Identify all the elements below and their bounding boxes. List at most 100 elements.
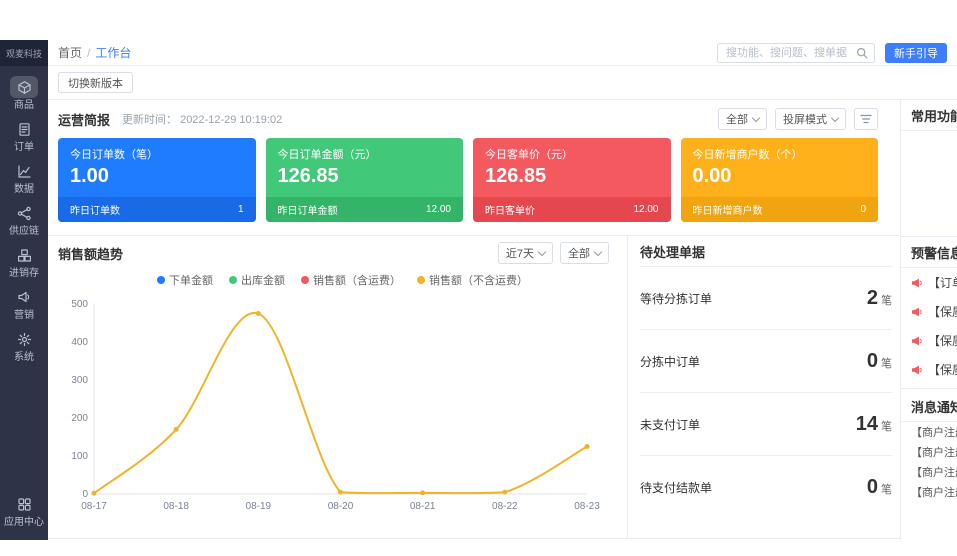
sidebar-item-products[interactable]: 商品 (0, 76, 48, 111)
breadcrumb-current: 工作台 (95, 44, 131, 61)
svg-text:300: 300 (71, 375, 88, 386)
legend-dot (157, 276, 165, 284)
sales-trend-panel: 销售额趋势 近7天 全部 (48, 236, 628, 538)
notifications-title: 消息通知 (901, 391, 957, 422)
trend-header: 销售额趋势 近7天 全部 (58, 236, 627, 270)
svg-text:08-23: 08-23 (574, 501, 600, 512)
newbie-guide-button[interactable]: 新手引导 (885, 43, 947, 63)
filter-lines-icon (860, 114, 872, 124)
briefing-controls: 全部 投屏模式 (718, 108, 878, 130)
stat-cards-row: 今日订单数（笔） 1.00 昨日订单数 1 今日订单金额（元） 126.85 昨… (48, 138, 900, 222)
stat-card-footer: 昨日订单数 1 (58, 197, 256, 222)
sidebar-item-marketing[interactable]: 营销 (0, 286, 48, 321)
pending-value: 0笔 (867, 476, 892, 499)
breadcrumb: 首页 / 工作台 (58, 44, 131, 61)
sidebar-item-inventory[interactable]: 进销存 (0, 244, 48, 279)
notification-item[interactable]: 【商户注册】 (901, 422, 957, 442)
supply-chain-share-icon (10, 202, 38, 224)
search-icon[interactable] (856, 47, 868, 59)
dashboard-page: 观麦科技 首页 / 工作台 新手引导 (0, 0, 957, 556)
trend-controls: 近7天 全部 (498, 242, 609, 264)
pending-value: 2笔 (867, 287, 892, 310)
stat-card-title: 今日订单金额（元） (266, 138, 464, 162)
stat-card-orders-today: 今日订单数（笔） 1.00 昨日订单数 1 (58, 138, 256, 222)
app-frame: 观麦科技 首页 / 工作台 新手引导 (0, 40, 957, 540)
stat-card-value: 0.00 (681, 162, 879, 194)
main-content: 运营简报 更新时间： 2022-12-29 10:19:02 全部 投屏模式 (48, 100, 900, 540)
chart-legend: 下单金额 出库金额 销售额（含运费） 销售额（不含运费） (58, 270, 627, 290)
warnings-title: 预警信息 (901, 237, 957, 268)
version-toolbar: 切换新版本 (48, 66, 957, 100)
pending-value: 0笔 (867, 350, 892, 373)
filter-lines-button[interactable] (854, 108, 878, 130)
svg-text:08-20: 08-20 (328, 501, 354, 512)
app-logo[interactable]: 观麦科技 (0, 40, 48, 66)
pending-panel-title: 待处理单据 (640, 236, 892, 267)
sidebar-item-label: 系统 (14, 352, 34, 363)
pending-row-unpaid-orders[interactable]: 未支付订单 14笔 (640, 393, 892, 456)
stat-card-value: 1.00 (58, 162, 256, 194)
notification-item[interactable]: 【商户注册】 (901, 462, 957, 482)
breadcrumb-home[interactable]: 首页 (58, 44, 82, 61)
sidebar-item-supply-chain[interactable]: 供应链 (0, 202, 48, 237)
alert-horn-icon (911, 335, 923, 347)
notification-item[interactable]: 【商户注册】 (901, 482, 957, 502)
pending-value: 14笔 (856, 413, 892, 436)
chevron-down-icon (752, 114, 760, 122)
stat-card-title: 今日客单价（元） (473, 138, 671, 162)
pending-row-pending-settlement[interactable]: 待支付结款单 0笔 (640, 456, 892, 518)
pending-documents-panel: 待处理单据 等待分拣订单 2笔 分拣中订单 0笔 未支付订 (628, 236, 900, 538)
topbar: 首页 / 工作台 新手引导 (48, 40, 957, 66)
warning-item[interactable]: 【保质期 (901, 326, 957, 355)
common-functions-title: 常用功能 (901, 100, 957, 131)
search-input[interactable] (724, 46, 856, 60)
warning-item[interactable]: 【订单】 (901, 268, 957, 297)
legend-item-order-amount[interactable]: 下单金额 (157, 272, 213, 288)
warning-item[interactable]: 【保质期 (901, 355, 957, 384)
sidebar-item-system[interactable]: 系统 (0, 328, 48, 363)
legend-dot (301, 276, 309, 284)
legend-item-outbound-amount[interactable]: 出库金额 (229, 272, 285, 288)
legend-item-sales-without-shipping[interactable]: 销售额（不含运费） (417, 272, 528, 288)
chevron-down-icon (831, 114, 839, 122)
right-column: 常用功能 预警信息 【订单】 【保质期 【保质期 (900, 100, 957, 540)
cast-mode-button[interactable]: 投屏模式 (775, 108, 846, 130)
notification-item[interactable]: 【商户注册】 (901, 442, 957, 462)
sidebar-item-label: 应用中心 (4, 517, 44, 528)
warning-item[interactable]: 【保质期 (901, 297, 957, 326)
alert-horn-icon (911, 277, 923, 289)
svg-text:200: 200 (71, 413, 88, 424)
sidebar-item-orders[interactable]: 订单 (0, 118, 48, 153)
svg-text:0: 0 (82, 489, 88, 500)
trend-scope-select[interactable]: 全部 (560, 242, 609, 264)
product-box-icon (10, 76, 38, 98)
pending-row-waiting-sorting[interactable]: 等待分拣订单 2笔 (640, 267, 892, 330)
topbar-right: 新手引导 (717, 43, 947, 63)
briefing-scope-select[interactable]: 全部 (718, 108, 767, 130)
sidebar-item-data[interactable]: 数据 (0, 160, 48, 195)
trend-range-select[interactable]: 近7天 (498, 242, 553, 264)
stat-card-footer: 昨日客单价 12.00 (473, 197, 671, 222)
sidebar-item-label: 进销存 (9, 268, 39, 279)
sidebar-item-label: 订单 (14, 142, 34, 153)
common-functions-panel: 常用功能 (901, 100, 957, 237)
svg-text:08-22: 08-22 (492, 501, 518, 512)
pending-row-sorting[interactable]: 分拣中订单 0笔 (640, 330, 892, 393)
stat-card-footer: 昨日新增商户数 0 (681, 197, 879, 222)
sidebar-item-label: 商品 (14, 100, 34, 111)
svg-text:08-17: 08-17 (81, 501, 107, 512)
svg-text:08-18: 08-18 (163, 501, 189, 512)
sidebar: 商品 订单 数据 供应链 (0, 66, 48, 540)
app-grid-icon (10, 493, 38, 515)
alert-horn-icon (911, 306, 923, 318)
megaphone-icon (10, 286, 38, 308)
common-functions-body (901, 131, 957, 237)
chevron-down-icon (538, 248, 546, 256)
global-search-box[interactable] (717, 43, 875, 63)
switch-version-button[interactable]: 切换新版本 (58, 72, 133, 93)
sidebar-item-app-center[interactable]: 应用中心 (0, 493, 48, 528)
stat-card-order-amount-today: 今日订单金额（元） 126.85 昨日订单金额 12.00 (266, 138, 464, 222)
legend-item-sales-with-shipping[interactable]: 销售额（含运费） (301, 272, 401, 288)
briefing-title: 运营简报 (58, 110, 110, 129)
inventory-boxes-icon (10, 244, 38, 266)
